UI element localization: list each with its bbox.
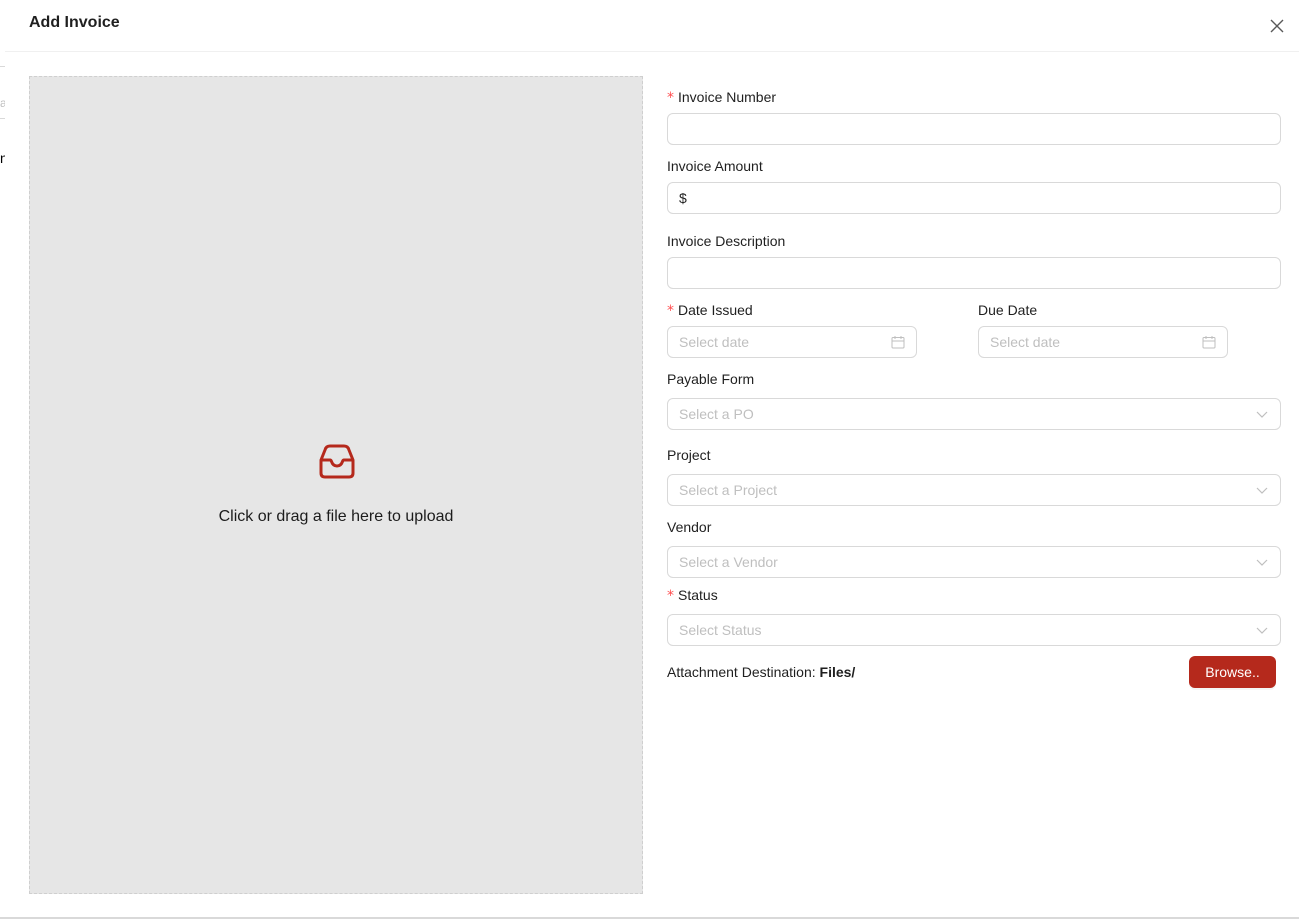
chevron-down-icon [1256,487,1268,494]
invoice-amount-input[interactable]: $ [667,182,1281,214]
due-date-placeholder: Select date [990,334,1061,350]
upload-instructions: Click or drag a file here to upload [218,508,454,525]
file-upload-dropzone[interactable]: Click or drag a file here to upload [29,76,643,894]
modal-title: Add Invoice [29,14,120,31]
project-select[interactable]: Select a Project [667,474,1281,506]
inbox-icon [319,444,355,479]
vendor-placeholder: Select a Vendor [679,554,778,570]
due-date-picker[interactable]: Select date [978,326,1228,358]
status-select[interactable]: Select Status [667,614,1281,646]
chevron-down-icon [1256,559,1268,566]
chevron-down-icon [1256,411,1268,418]
date-issued-placeholder: Select date [679,334,750,350]
add-invoice-modal: Add Invoice Click or drag a file here to… [5,0,1299,917]
calendar-icon [1202,336,1216,349]
due-date-label: Due Date [978,302,1038,318]
vendor-select[interactable]: Select a Vendor [667,546,1281,578]
vendor-label: Vendor [667,519,712,535]
calendar-icon [891,336,905,349]
invoice-number-input[interactable] [667,113,1281,145]
payable-form-select[interactable]: Select a PO [667,398,1281,430]
project-label: Project [667,447,711,463]
invoice-description-input[interactable] [667,257,1281,289]
invoice-amount-label: Invoice Amount [667,158,763,174]
invoice-number-label-text: Invoice Number [678,89,777,105]
date-issued-picker[interactable]: Select date [667,326,917,358]
attachment-destination: Attachment Destination: Files/ [667,664,855,680]
modal-header: Add Invoice [5,0,1299,52]
browse-button[interactable]: Browse.. [1189,656,1276,688]
payable-form-placeholder: Select a PO [679,406,754,422]
attachment-destination-path: Files/ [819,664,856,680]
close-icon[interactable] [1267,16,1287,36]
date-issued-label-text: Date Issued [678,302,753,318]
payable-form-label: Payable Form [667,371,755,387]
required-marker: * [667,588,674,604]
date-issued-label: * Date Issued [667,302,753,319]
chevron-down-icon [1256,627,1268,634]
status-label-text: Status [678,587,718,603]
required-marker: * [667,90,674,106]
invoice-description-label: Invoice Description [667,233,786,249]
status-label: * Status [667,587,718,604]
currency-prefix: $ [679,190,687,206]
required-marker: * [667,303,674,319]
project-placeholder: Select a Project [679,482,778,498]
status-placeholder: Select Status [679,622,762,638]
attachment-destination-label: Attachment Destination: [667,664,816,680]
invoice-number-label: * Invoice Number [667,89,776,106]
